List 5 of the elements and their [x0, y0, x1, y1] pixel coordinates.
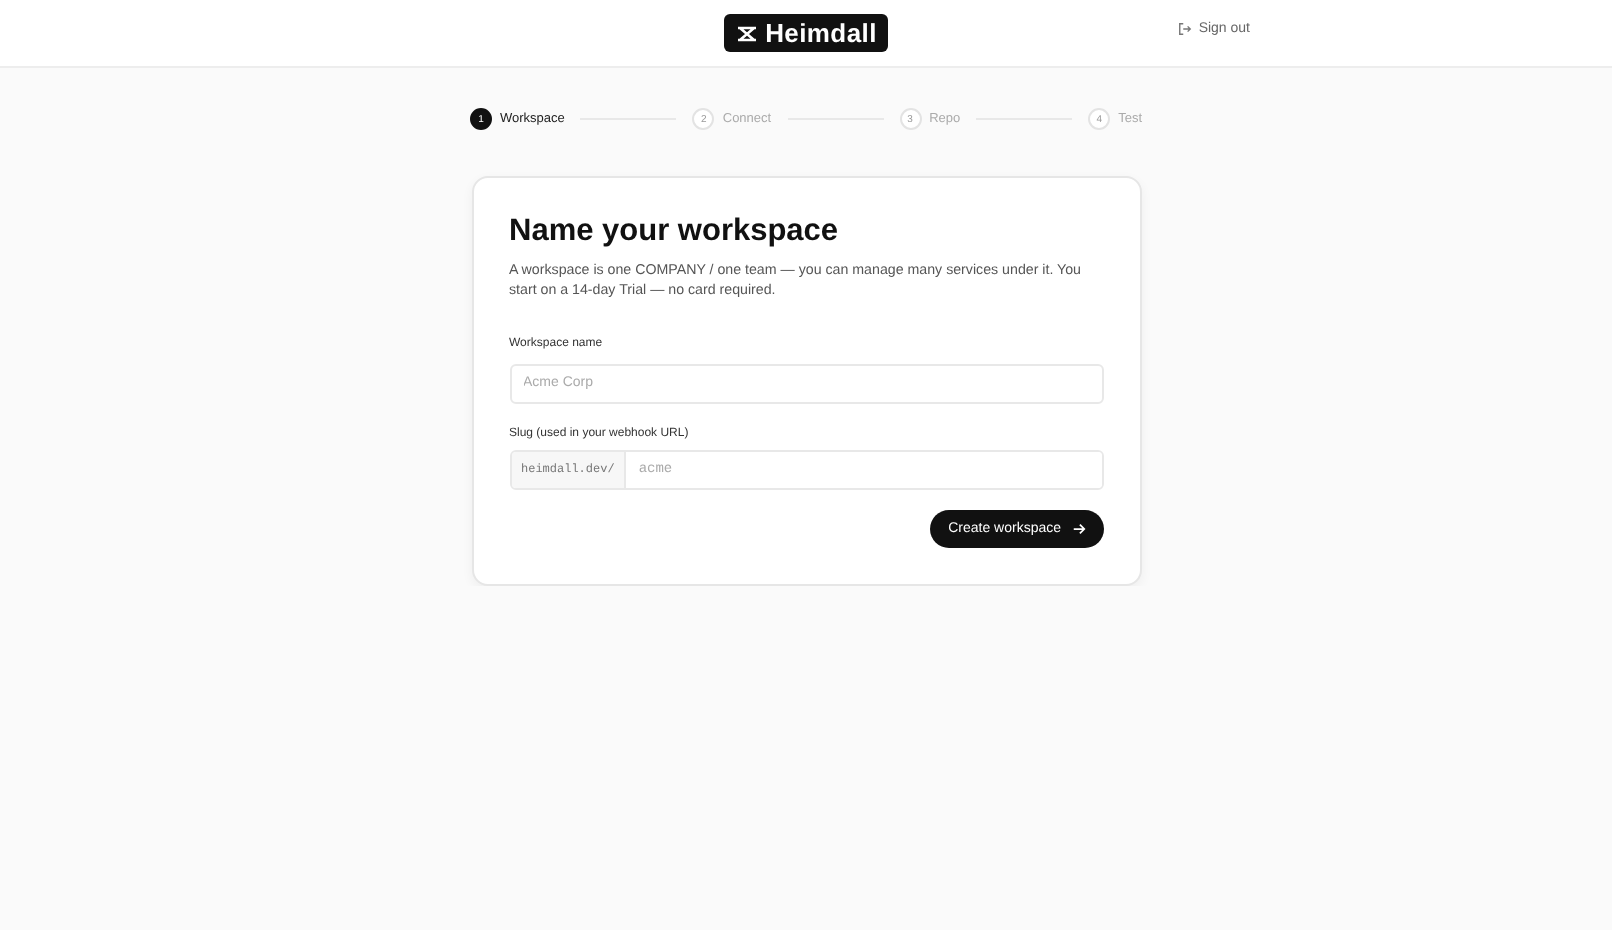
logo-icon	[735, 25, 758, 41]
card-title: Name your workspace	[509, 214, 841, 250]
sign-out-icon	[1178, 22, 1193, 36]
arrow-right-icon	[1071, 521, 1085, 535]
logo: Heimdall	[723, 14, 889, 52]
